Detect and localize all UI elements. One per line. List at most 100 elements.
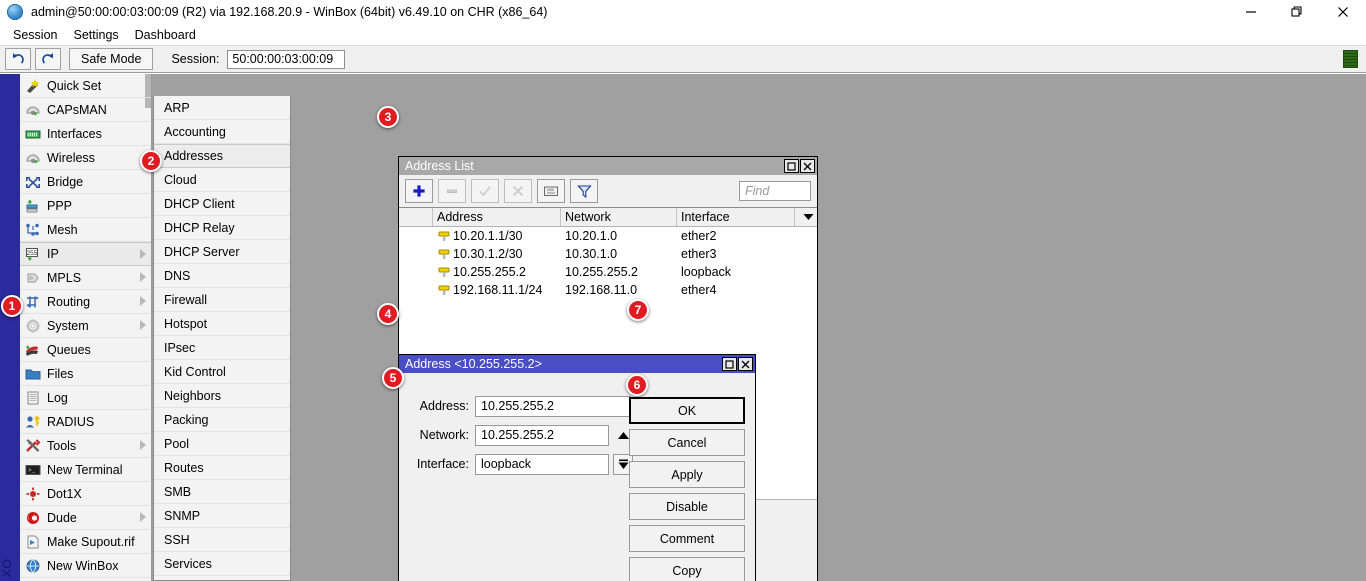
submenu-item-kid-control[interactable]: Kid Control (154, 360, 290, 384)
menu-item-dashboard[interactable]: Dashboard (127, 26, 204, 44)
close-icon[interactable] (800, 159, 815, 173)
sidebar-item-bridge[interactable]: Bridge (20, 170, 151, 194)
comment-icon[interactable] (537, 179, 565, 203)
plus-icon[interactable] (405, 179, 433, 203)
sidebar-item-new-winbox[interactable]: New WinBox (20, 554, 151, 578)
sidebar-item-ip[interactable]: 255 IP (20, 242, 151, 266)
minimize-icon[interactable] (1228, 0, 1274, 24)
address-list-header: Address Network Interface (399, 208, 817, 227)
submenu-item-packing[interactable]: Packing (154, 408, 290, 432)
disable-button[interactable]: Disable (629, 493, 745, 520)
comment-button[interactable]: Comment (629, 525, 745, 552)
table-row[interactable]: 192.168.11.1/24 192.168.11.0 ether4 (399, 281, 817, 299)
submenu-item-neighbors[interactable]: Neighbors (154, 384, 290, 408)
network-input[interactable]: 10.255.255.2 (475, 425, 609, 446)
system-icon (24, 318, 42, 334)
submenu-item-cloud[interactable]: Cloud (154, 168, 290, 192)
undo-icon[interactable] (5, 48, 31, 70)
interfaces-icon (24, 126, 42, 142)
submenu-item-dhcp-server[interactable]: DHCP Server (154, 240, 290, 264)
submenu-item-snmp[interactable]: SNMP (154, 504, 290, 528)
menu-item-settings[interactable]: Settings (65, 26, 126, 44)
submenu-item-routes[interactable]: Routes (154, 456, 290, 480)
submenu-item-arp[interactable]: ARP (154, 96, 290, 120)
column-header-flag[interactable] (399, 208, 433, 226)
supout-icon (24, 534, 42, 550)
address-list-titlebar[interactable]: Address List (399, 157, 817, 175)
step-badge-5: 5 (382, 367, 404, 389)
safe-mode-button[interactable]: Safe Mode (69, 48, 153, 70)
submenu-item-dhcp-relay[interactable]: DHCP Relay (154, 216, 290, 240)
sidebar-item-make-supout[interactable]: Make Supout.rif (20, 530, 151, 554)
column-header-interface[interactable]: Interface (677, 208, 795, 226)
submenu-item-accounting[interactable]: Accounting (154, 120, 290, 144)
submenu-item-ipsec[interactable]: IPsec (154, 336, 290, 360)
sidebar-item-radius[interactable]: RADIUS (20, 410, 151, 434)
column-header-network[interactable]: Network (561, 208, 677, 226)
check-icon[interactable] (471, 179, 499, 203)
sidebar-item-log[interactable]: Log (20, 386, 151, 410)
sidebar-item-files[interactable]: Files (20, 362, 151, 386)
sidebar-item-quick-set[interactable]: Quick Set (20, 74, 151, 98)
dude-icon (24, 510, 42, 526)
menu-item-session[interactable]: Session (5, 26, 65, 44)
find-input[interactable]: Find (739, 181, 811, 201)
sidebar-item-label: CAPsMAN (47, 103, 107, 117)
submenu-item-hotspot[interactable]: Hotspot (154, 312, 290, 336)
submenu-item-ssh[interactable]: SSH (154, 528, 290, 552)
sidebar-item-ppp[interactable]: PPP (20, 194, 151, 218)
restore-icon[interactable] (1274, 0, 1320, 24)
cancel-button[interactable]: Cancel (629, 429, 745, 456)
queues-icon (24, 342, 42, 358)
close-icon[interactable] (1320, 0, 1366, 24)
sidebar-item-mesh[interactable]: Mesh (20, 218, 151, 242)
interface-input[interactable]: loopback (475, 454, 609, 475)
column-chooser-icon[interactable] (795, 208, 817, 226)
sidebar-item-dot1x[interactable]: Dot1X (20, 482, 151, 506)
submenu-item-dns[interactable]: DNS (154, 264, 290, 288)
sidebar-item-wireless[interactable]: Wireless (20, 146, 151, 170)
close-icon[interactable] (738, 357, 753, 371)
sidebar-item-routing[interactable]: Routing (20, 290, 151, 314)
submenu-item-dhcp-client[interactable]: DHCP Client (154, 192, 290, 216)
sidebar-item-new-terminal[interactable]: >_ New Terminal (20, 458, 151, 482)
restore-icon[interactable] (784, 159, 799, 173)
submenu-item-services[interactable]: Services (154, 552, 290, 576)
sidebar-item-label: RADIUS (47, 415, 94, 429)
copy-button[interactable]: Copy (629, 557, 745, 581)
address-dialog-titlebar[interactable]: Address <10.255.255.2> (399, 355, 755, 373)
sidebar-item-label: Log (47, 391, 68, 405)
submenu-item-firewall[interactable]: Firewall (154, 288, 290, 312)
sidebar-item-system[interactable]: System (20, 314, 151, 338)
sidebar-item-label: Dude (47, 511, 77, 525)
cell-network: 10.20.1.0 (561, 229, 677, 243)
sidebar-item-dude[interactable]: Dude (20, 506, 151, 530)
filter-icon[interactable] (570, 179, 598, 203)
column-header-address[interactable]: Address (433, 208, 561, 226)
sidebar-item-label: Interfaces (47, 127, 102, 141)
dot1x-icon (24, 486, 42, 502)
cross-icon[interactable] (504, 179, 532, 203)
minus-icon[interactable] (438, 179, 466, 203)
sidebar-item-queues[interactable]: Queues (20, 338, 151, 362)
sidebar-item-label: IP (47, 247, 59, 261)
session-input[interactable]: 50:00:00:03:00:09 (227, 50, 345, 69)
ok-button[interactable]: OK (629, 397, 745, 424)
submenu-item-addresses[interactable]: Addresses (154, 144, 290, 168)
sidebar-item-tools[interactable]: Tools (20, 434, 151, 458)
sidebar-item-label: Dot1X (47, 487, 82, 501)
window-title: admin@50:00:00:03:00:09 (R2) via 192.168… (31, 5, 547, 19)
table-row[interactable]: 10.20.1.1/30 10.20.1.0 ether2 (399, 227, 817, 245)
address-input[interactable]: 10.255.255.2 (475, 396, 631, 417)
sidebar-item-capsman[interactable]: CAPsMAN (20, 98, 151, 122)
sidebar-item-mpls[interactable]: MPLS (20, 266, 151, 290)
apply-button[interactable]: Apply (629, 461, 745, 488)
redo-icon[interactable] (35, 48, 61, 70)
table-row[interactable]: 10.255.255.2 10.255.255.2 loopback (399, 263, 817, 281)
sidebar-item-interfaces[interactable]: Interfaces (20, 122, 151, 146)
submenu-item-smb[interactable]: SMB (154, 480, 290, 504)
step-badge-4: 4 (377, 303, 399, 325)
table-row[interactable]: 10.30.1.2/30 10.30.1.0 ether3 (399, 245, 817, 263)
submenu-item-pool[interactable]: Pool (154, 432, 290, 456)
restore-icon[interactable] (722, 357, 737, 371)
